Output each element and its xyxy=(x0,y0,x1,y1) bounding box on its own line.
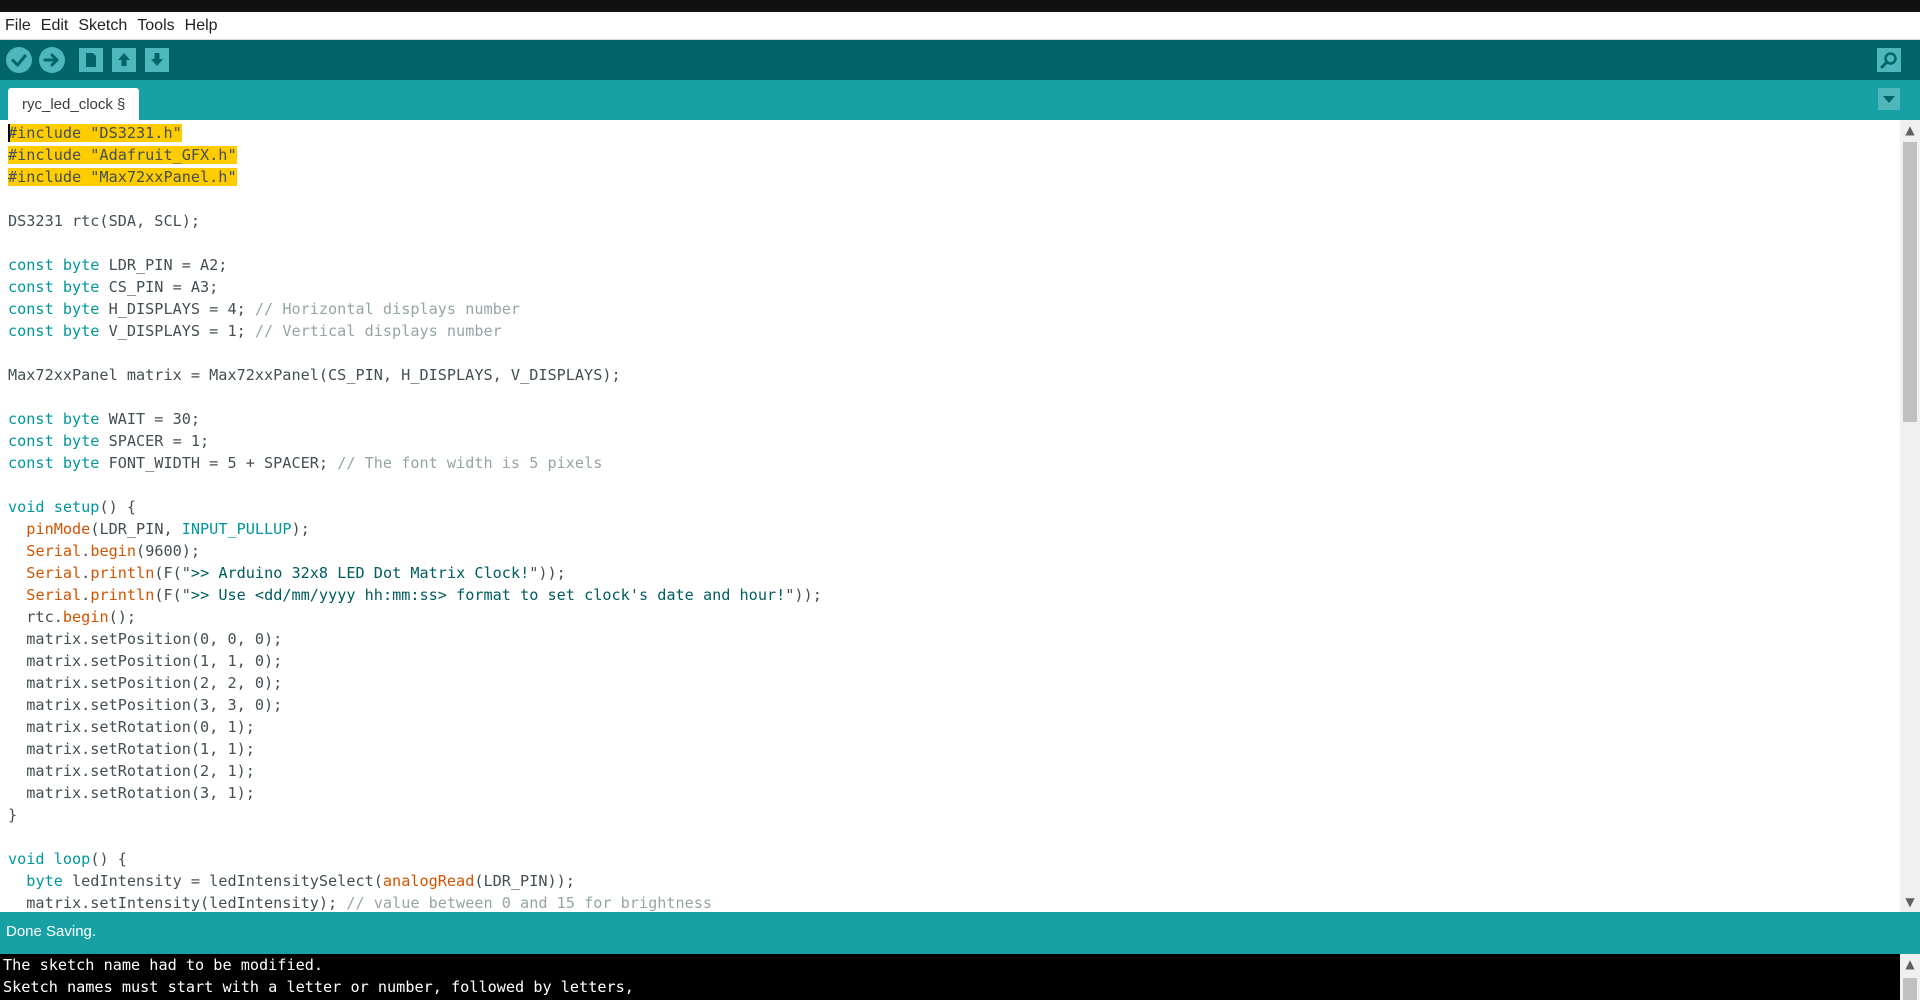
serial-monitor-icon xyxy=(1877,48,1901,72)
menu-sketch[interactable]: Sketch xyxy=(73,12,132,39)
code-line-5: DS3231 rtc(SDA, SCL); xyxy=(8,212,201,230)
tab-bar: ryc_led_clock § xyxy=(0,80,1920,120)
console-scroll-up-icon[interactable]: ▲ xyxy=(1903,957,1917,971)
code-line-20: Serial.begin(9600); xyxy=(26,542,201,560)
console-output: The sketch name had to be modified. Sket… xyxy=(0,954,1920,1000)
code-line-24: matrix.setPosition(0, 0, 0); xyxy=(8,630,283,648)
code-line-16: const byte FONT_WIDTH = 5 + SPACER; // T… xyxy=(8,454,603,472)
code-line-2: #include "Adafruit_GFX.h" xyxy=(8,146,237,164)
open-button[interactable] xyxy=(110,46,138,74)
code-line-22: Serial.println(F(">> Use <dd/mm/yyyy hh:… xyxy=(26,586,822,604)
code-line-31: matrix.setRotation(3, 1); xyxy=(8,784,255,802)
upload-button[interactable] xyxy=(38,46,66,74)
editor-scroll-thumb[interactable] xyxy=(1903,142,1917,422)
code-line-3: #include "Max72xxPanel.h" xyxy=(8,168,237,186)
code-editor[interactable]: #include "DS3231.h" #include "Adafruit_G… xyxy=(0,120,1900,912)
scroll-down-icon[interactable]: ▼ xyxy=(1903,895,1917,909)
code-line-10: const byte V_DISPLAYS = 1; // Vertical d… xyxy=(8,322,502,340)
save-icon xyxy=(145,48,169,72)
code-line-18: void setup() { xyxy=(8,498,137,516)
status-bar: Done Saving. xyxy=(0,912,1920,954)
code-line-26: matrix.setPosition(2, 2, 0); xyxy=(8,674,283,692)
code-line-8: const byte CS_PIN = A3; xyxy=(8,278,219,296)
status-text: Done Saving. xyxy=(6,923,97,940)
console-line-1: The sketch name had to be modified. xyxy=(3,956,324,974)
upload-icon xyxy=(39,47,65,73)
code-line-15: const byte SPACER = 1; xyxy=(8,432,210,450)
console-line-2: Sketch names must start with a letter or… xyxy=(3,978,634,996)
menu-bar: File Edit Sketch Tools Help xyxy=(0,12,1920,40)
code-line-21: Serial.println(F(">> Arduino 32x8 LED Do… xyxy=(26,564,566,582)
menu-file[interactable]: File xyxy=(0,12,36,39)
new-button[interactable] xyxy=(77,46,105,74)
code-line-27: matrix.setPosition(3, 3, 0); xyxy=(8,696,283,714)
serial-monitor-button[interactable] xyxy=(1875,46,1903,74)
new-icon xyxy=(79,48,103,72)
code-line-23: rtc.begin(); xyxy=(8,608,137,626)
code-line-28: matrix.setRotation(0, 1); xyxy=(8,718,255,736)
code-line-7: const byte LDR_PIN = A2; xyxy=(8,256,228,274)
toolbar xyxy=(0,40,1920,80)
open-icon xyxy=(112,48,136,72)
menu-edit[interactable]: Edit xyxy=(36,12,74,39)
code-line-36: matrix.setIntensity(ledIntensity); // va… xyxy=(8,894,713,912)
tab-label: ryc_led_clock § xyxy=(22,95,126,113)
console-scroll-thumb[interactable] xyxy=(1903,978,1917,1000)
scroll-up-icon[interactable]: ▲ xyxy=(1903,123,1917,137)
code-line-14: const byte WAIT = 30; xyxy=(8,410,201,428)
code-line-25: matrix.setPosition(1, 1, 0); xyxy=(8,652,283,670)
console-scrollbar[interactable]: ▲ xyxy=(1900,954,1920,1000)
code-line-12: Max72xxPanel matrix = Max72xxPanel(CS_PI… xyxy=(8,366,621,384)
code-line-9: const byte H_DISPLAYS = 4; // Horizontal… xyxy=(8,300,521,318)
verify-button[interactable] xyxy=(5,46,33,74)
text-cursor xyxy=(8,124,10,142)
chevron-down-icon[interactable] xyxy=(1878,88,1900,110)
code-line-29: matrix.setRotation(1, 1); xyxy=(8,740,255,758)
code-line-35: byte ledIntensity = ledIntensitySelect(a… xyxy=(26,872,575,890)
menu-help[interactable]: Help xyxy=(180,12,223,39)
save-button[interactable] xyxy=(143,46,171,74)
code-line-30: matrix.setRotation(2, 1); xyxy=(8,762,255,780)
window-top-border xyxy=(0,0,1920,12)
tab-sketch[interactable]: ryc_led_clock § xyxy=(8,88,140,120)
verify-icon xyxy=(6,47,32,73)
code-line-19: pinMode(LDR_PIN, INPUT_PULLUP); xyxy=(26,520,310,538)
code-line-32: } xyxy=(8,806,18,824)
editor-scrollbar[interactable]: ▲ ▼ xyxy=(1900,120,1920,912)
code-line-1: #include "DS3231.h" xyxy=(8,124,182,142)
code-line-34: void loop() { xyxy=(8,850,127,868)
menu-tools[interactable]: Tools xyxy=(132,12,179,39)
